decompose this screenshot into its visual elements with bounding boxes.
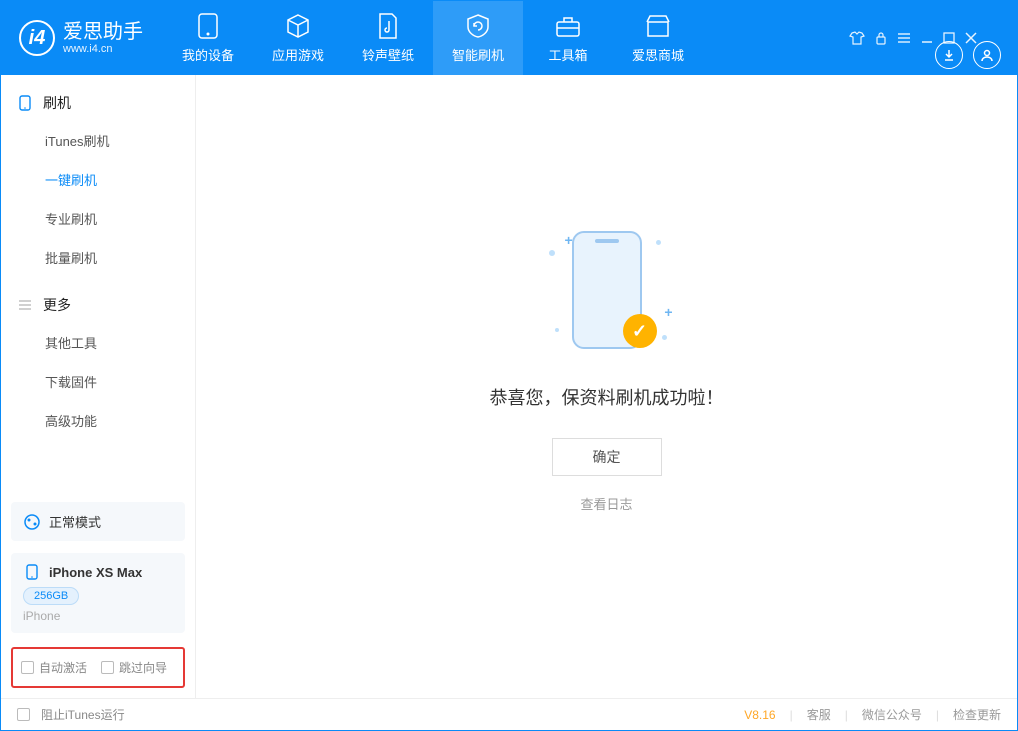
sidebar-item-itunes-flash[interactable]: iTunes刷机 (1, 121, 195, 160)
music-file-icon (375, 13, 401, 39)
tab-smart-flash[interactable]: 智能刷机 (433, 1, 523, 75)
status-link-wechat[interactable]: 微信公众号 (862, 706, 922, 723)
view-log-link[interactable]: 查看日志 (580, 494, 632, 513)
tshirt-icon[interactable] (849, 30, 865, 46)
ok-button[interactable]: 确定 (552, 438, 662, 476)
tab-my-device[interactable]: 我的设备 (163, 1, 253, 75)
sidebar-item-batch-flash[interactable]: 批量刷机 (1, 238, 195, 277)
checkbox-label: 跳过向导 (119, 659, 167, 676)
user-button[interactable] (973, 41, 1001, 69)
sidebar-item-oneclick-flash[interactable]: 一键刷机 (1, 160, 195, 199)
tab-label: 爱思商城 (632, 45, 684, 64)
store-icon (645, 13, 671, 39)
status-link-update[interactable]: 检查更新 (953, 706, 1001, 723)
lock-icon[interactable] (875, 30, 887, 46)
toolbox-icon (555, 13, 581, 39)
check-badge-icon: ✓ (623, 314, 657, 348)
success-illustration: ++ ✓ (537, 220, 677, 360)
phone-icon (17, 95, 33, 111)
sidebar-section-title: 更多 (43, 295, 71, 315)
checkbox-skip-guide[interactable]: 跳过向导 (101, 659, 167, 676)
highlight-box: 自动激活 跳过向导 (11, 647, 185, 688)
tab-label: 智能刷机 (452, 45, 504, 64)
tab-label: 我的设备 (182, 45, 234, 64)
device-type: iPhone (23, 609, 173, 623)
tab-toolbox[interactable]: 工具箱 (523, 1, 613, 75)
list-icon (17, 297, 33, 313)
sidebar-item-download-firmware[interactable]: 下载固件 (1, 362, 195, 401)
app-window: i4 爱思助手 www.i4.cn 我的设备 应用游戏 铃声壁纸 智能刷机 (0, 0, 1018, 731)
success-panel: ++ ✓ 恭喜您，保资料刷机成功啦！ 确定 查看日志 (490, 220, 724, 513)
sidebar-section-title: 刷机 (43, 93, 71, 113)
checkbox-label: 自动激活 (39, 659, 87, 676)
checkbox-icon[interactable] (21, 661, 34, 674)
device-icon (195, 13, 221, 39)
checkbox-label: 阻止iTunes运行 (41, 706, 125, 723)
device-phone-icon (23, 563, 41, 581)
minimize-icon[interactable] (921, 30, 933, 46)
main-tabs: 我的设备 应用游戏 铃声壁纸 智能刷机 工具箱 爱思商城 (163, 1, 703, 75)
tab-label: 应用游戏 (272, 45, 324, 64)
sidebar-item-other-tools[interactable]: 其他工具 (1, 323, 195, 362)
sidebar-item-advanced[interactable]: 高级功能 (1, 401, 195, 440)
main-content: ++ ✓ 恭喜您，保资料刷机成功啦！ 确定 查看日志 (196, 75, 1017, 698)
menu-icon[interactable] (897, 30, 911, 46)
checkbox-icon[interactable] (17, 708, 30, 721)
download-button[interactable] (935, 41, 963, 69)
sidebar: 刷机 iTunes刷机 一键刷机 专业刷机 批量刷机 更多 其他工具 下载固件 … (1, 75, 196, 698)
app-url: www.i4.cn (63, 43, 143, 55)
checkbox-auto-activate[interactable]: 自动激活 (21, 659, 87, 676)
tab-store[interactable]: 爱思商城 (613, 1, 703, 75)
tab-label: 铃声壁纸 (362, 45, 414, 64)
body: 刷机 iTunes刷机 一键刷机 专业刷机 批量刷机 更多 其他工具 下载固件 … (1, 75, 1017, 698)
app-name: 爱思助手 (63, 21, 143, 43)
logo-icon: i4 (19, 20, 55, 56)
mode-label: 正常模式 (49, 512, 101, 531)
logo: i4 爱思助手 www.i4.cn (19, 20, 143, 56)
checkbox-icon[interactable] (101, 661, 114, 674)
titlebar: i4 爱思助手 www.i4.cn 我的设备 应用游戏 铃声壁纸 智能刷机 (1, 1, 1017, 75)
status-link-support[interactable]: 客服 (807, 706, 831, 723)
tab-apps-games[interactable]: 应用游戏 (253, 1, 343, 75)
tab-label: 工具箱 (548, 45, 587, 64)
device-name: iPhone XS Max (49, 565, 142, 580)
success-message: 恭喜您，保资料刷机成功啦！ (490, 384, 724, 410)
statusbar: 阻止iTunes运行 V8.16 | 客服 | 微信公众号 | 检查更新 (1, 698, 1017, 730)
version-label: V8.16 (744, 708, 775, 722)
sidebar-item-pro-flash[interactable]: 专业刷机 (1, 199, 195, 238)
refresh-shield-icon (465, 13, 491, 39)
mode-icon (23, 513, 41, 531)
checkbox-block-itunes[interactable]: 阻止iTunes运行 (17, 706, 125, 723)
cube-icon (285, 13, 311, 39)
mode-box[interactable]: 正常模式 (11, 502, 185, 541)
device-capacity: 256GB (23, 587, 79, 605)
tab-ringtone-wallpaper[interactable]: 铃声壁纸 (343, 1, 433, 75)
device-box[interactable]: iPhone XS Max 256GB iPhone (11, 553, 185, 633)
sidebar-section-flash: 刷机 (1, 93, 195, 121)
sidebar-section-more: 更多 (1, 295, 195, 323)
